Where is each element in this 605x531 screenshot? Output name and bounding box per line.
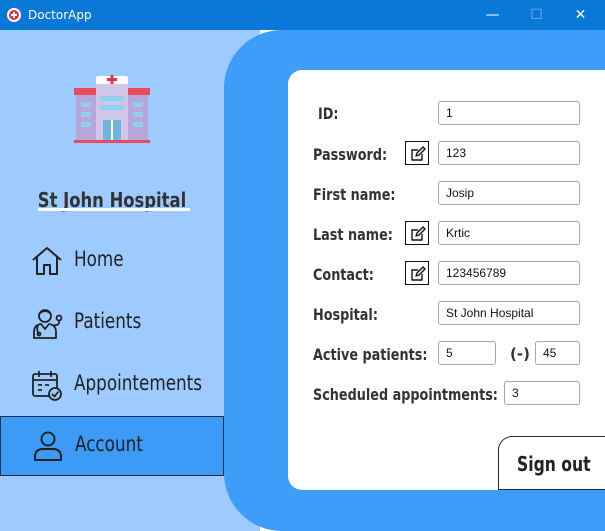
- title-bar: DoctorApp — ☐ ✕: [0, 0, 605, 30]
- close-button[interactable]: ✕: [558, 0, 603, 30]
- user-icon: [34, 431, 62, 461]
- hospital-field[interactable]: St John Hospital: [438, 301, 580, 325]
- sidebar-item-account[interactable]: Account: [0, 416, 224, 476]
- edit-icon: [411, 226, 426, 241]
- password-field[interactable]: 123: [438, 141, 580, 165]
- maximize-button[interactable]: ☐: [514, 0, 559, 30]
- app-logo-icon: [7, 8, 21, 22]
- sidebar-item-patients[interactable]: Patients: [0, 294, 224, 352]
- password-label: Password:: [313, 145, 388, 164]
- window-title: DoctorApp: [28, 8, 92, 22]
- hospital-label: Hospital:: [313, 305, 378, 324]
- home-icon: [32, 247, 62, 275]
- sidebar-item-label: Appointements: [74, 371, 203, 395]
- active-patients-separator: (-): [510, 345, 530, 363]
- id-label: ID:: [318, 104, 339, 123]
- first-name-label: First name:: [313, 185, 396, 204]
- hospital-building-icon: [74, 75, 150, 143]
- sidebar-divider: [38, 208, 190, 211]
- sidebar: St John Hospital Home Patients Appointem…: [0, 30, 260, 531]
- id-field[interactable]: 1: [438, 101, 580, 125]
- edit-password-button[interactable]: [405, 141, 429, 165]
- sidebar-item-label: Account: [75, 432, 143, 456]
- minimize-button[interactable]: —: [470, 0, 515, 30]
- active-patients-field[interactable]: 5: [438, 341, 496, 365]
- contact-field[interactable]: 123456789: [438, 261, 580, 285]
- sidebar-item-label: Patients: [74, 309, 142, 333]
- max-patients-field[interactable]: 45: [535, 341, 580, 365]
- active-patients-label: Active patients:: [313, 345, 428, 364]
- sidebar-item-home[interactable]: Home: [0, 232, 224, 290]
- sign-out-label: Sign out: [517, 452, 591, 476]
- doctor-icon: [33, 309, 63, 339]
- edit-last-name-button[interactable]: [405, 221, 429, 245]
- sidebar-item-label: Home: [74, 247, 124, 271]
- first-name-field[interactable]: Josip: [438, 181, 580, 205]
- last-name-field[interactable]: Krtic: [438, 221, 580, 245]
- contact-label: Contact:: [313, 265, 374, 284]
- edit-icon: [411, 266, 426, 281]
- edit-icon: [411, 146, 426, 161]
- sign-out-button[interactable]: Sign out: [498, 436, 605, 490]
- scheduled-appointments-label: Scheduled appointments:: [313, 385, 498, 404]
- sidebar-item-appointments[interactable]: Appointements: [0, 356, 224, 414]
- last-name-label: Last name:: [313, 225, 393, 244]
- scheduled-appointments-field[interactable]: 3: [504, 381, 580, 405]
- edit-contact-button[interactable]: [405, 261, 429, 285]
- calendar-check-icon: [32, 371, 62, 401]
